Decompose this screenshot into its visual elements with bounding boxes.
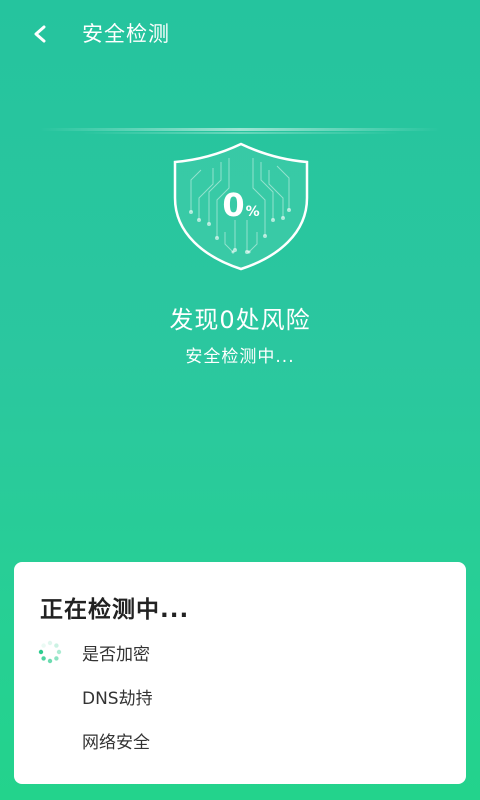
- back-button[interactable]: [22, 16, 58, 52]
- scan-glow-line: [40, 128, 440, 131]
- checklist-card: 正在检测中... 是否加密 DNS劫持 网络安全: [14, 562, 466, 784]
- checklist-title: 正在检测中...: [40, 597, 190, 623]
- check-item-network-security: 网络安全: [82, 733, 150, 753]
- scan-percent: 0%: [165, 186, 317, 224]
- check-item-dns-hijack: DNS劫持: [82, 689, 153, 709]
- scan-percent-value: 0: [222, 186, 245, 224]
- risk-summary: 发现0处风险: [169, 306, 311, 334]
- chevron-left-icon: [34, 25, 46, 43]
- check-item-encryption: 是否加密: [82, 645, 150, 665]
- scan-percent-unit: %: [245, 204, 260, 220]
- scan-glow-line-secondary: [80, 132, 400, 134]
- app-header: 安全检测: [0, 0, 480, 68]
- scan-status: 安全检测中...: [185, 347, 295, 367]
- loading-spinner-icon: [38, 640, 62, 664]
- page-title: 安全检测: [82, 22, 170, 46]
